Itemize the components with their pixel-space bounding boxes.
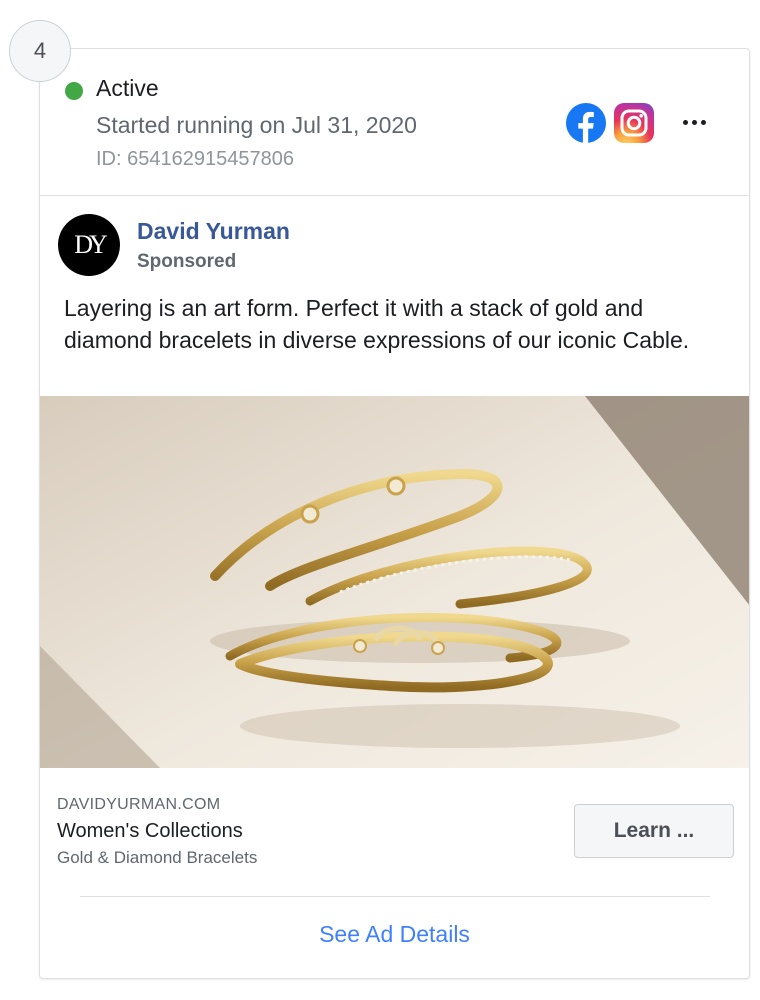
instagram-icon xyxy=(614,103,654,143)
ad-card: Active Started running on Jul 31, 2020 I… xyxy=(39,48,750,979)
link-domain: DAVIDYURMAN.COM xyxy=(57,796,221,813)
more-dot-icon xyxy=(700,119,706,125)
status-label: Active xyxy=(96,75,159,101)
more-dot-icon xyxy=(691,119,697,125)
ad-id: ID: 654162915457806 xyxy=(96,148,294,170)
link-title[interactable]: Women's Collections xyxy=(57,820,243,843)
page-avatar[interactable]: DY xyxy=(58,214,120,276)
started-running-date: Started running on Jul 31, 2020 xyxy=(96,112,417,138)
post-header: DY David Yurman Sponsored xyxy=(40,196,749,276)
link-description: Gold & Diamond Bracelets xyxy=(57,848,258,867)
page-name-link[interactable]: David Yurman xyxy=(137,218,290,245)
more-dot-icon xyxy=(682,119,688,125)
bracelets-photo xyxy=(40,396,749,768)
link-section[interactable]: DAVIDYURMAN.COM Women's Collections Gold… xyxy=(40,768,749,888)
facebook-icon xyxy=(566,103,606,143)
ad-body-text: Layering is an art form. Perfect it with… xyxy=(64,295,690,353)
ad-creative-image[interactable] xyxy=(40,396,749,768)
active-status-dot xyxy=(65,82,83,100)
see-ad-details-link[interactable]: See Ad Details xyxy=(40,921,749,948)
ad-status-section: Active Started running on Jul 31, 2020 I… xyxy=(40,49,749,196)
footer-divider xyxy=(80,896,710,897)
learn-more-button[interactable]: Learn ... xyxy=(574,804,734,858)
platform-icons xyxy=(566,103,654,143)
more-options-button[interactable] xyxy=(676,107,712,137)
sponsored-label: Sponsored xyxy=(137,251,237,272)
ad-index-badge: 4 xyxy=(9,20,71,82)
